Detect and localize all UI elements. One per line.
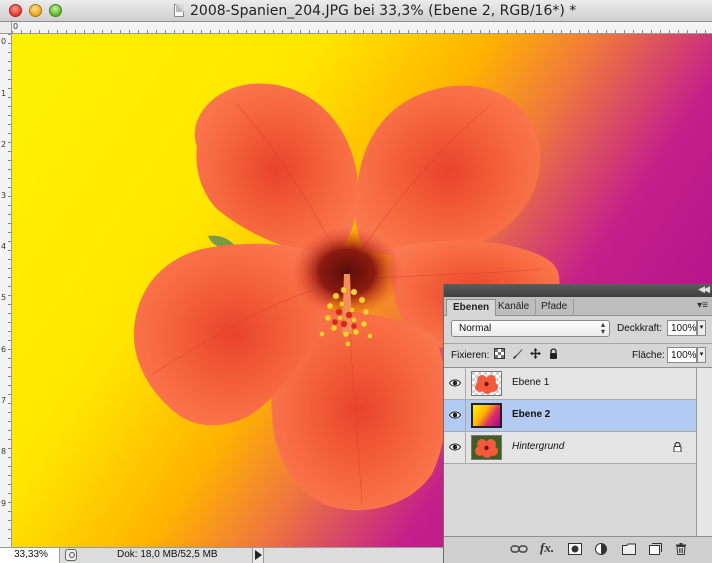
eye-icon: [449, 443, 461, 451]
layer-visibility-toggle[interactable]: [444, 432, 466, 463]
layer-name[interactable]: Hintergrund: [512, 441, 564, 452]
ruler-number: 4: [1, 242, 7, 251]
document-proxy-icon[interactable]: [174, 4, 184, 17]
flower-thumbnail-icon: [475, 375, 498, 394]
new-layer-icon[interactable]: [649, 543, 662, 555]
blend-mode-select[interactable]: Normal ▴ ▾: [451, 320, 610, 337]
ruler-number: 9: [1, 499, 7, 508]
timing-icon[interactable]: [65, 549, 77, 561]
eye-icon: [449, 411, 461, 419]
blend-mode-value: Normal: [459, 323, 492, 334]
ruler-number: 8: [1, 447, 7, 456]
vertical-ruler[interactable]: 0 1 2 3 4 5 6 7 8 9: [0, 34, 12, 547]
layer-list: Ebene 1 Ebene 2 Hintergrund: [444, 367, 696, 537]
layer-thumbnail[interactable]: [471, 371, 502, 396]
ruler-number: 0: [12, 22, 19, 31]
adjustment-icon[interactable]: [594, 543, 608, 555]
zoom-window-button[interactable]: [49, 4, 62, 17]
opacity-input[interactable]: 100%: [667, 320, 697, 336]
fill-slider-toggle[interactable]: ▾: [697, 347, 706, 363]
panel-title-bar[interactable]: ◀◀: [444, 284, 712, 297]
opacity-label: Deckkraft:: [617, 323, 663, 334]
close-window-button[interactable]: [9, 4, 22, 17]
fx-icon[interactable]: fx.: [540, 540, 554, 555]
minimize-window-button[interactable]: [29, 4, 42, 17]
group-folder-icon[interactable]: [622, 543, 636, 555]
lock-all-icon[interactable]: [548, 348, 559, 359]
layer-visibility-toggle[interactable]: [444, 368, 466, 399]
ruler-number: 6: [1, 345, 7, 354]
layer-row-ebene-1[interactable]: Ebene 1: [444, 368, 696, 400]
layer-row-hintergrund[interactable]: Hintergrund: [444, 432, 696, 464]
layer-visibility-toggle[interactable]: [444, 400, 466, 431]
opacity-slider-toggle[interactable]: ▾: [697, 320, 706, 336]
tab-ebenen[interactable]: Ebenen: [446, 299, 497, 316]
lock-label: Fixieren:: [451, 350, 490, 361]
eye-icon: [449, 379, 461, 387]
tab-kanaele[interactable]: Kanäle: [492, 299, 537, 315]
ruler-number: 7: [1, 396, 7, 405]
collapse-panel-icon[interactable]: ◀◀: [698, 284, 710, 295]
layer-name[interactable]: Ebene 2: [512, 409, 550, 420]
ruler-number: 2: [1, 140, 7, 149]
layers-panel: ◀◀ Ebenen Kanäle Pfade ▾≡ Normal ▴ ▾ Deck…: [443, 284, 712, 563]
ruler-origin[interactable]: [0, 22, 12, 34]
panel-tabs: Ebenen Kanäle Pfade ▾≡: [444, 297, 712, 316]
lock-position-move-icon[interactable]: [530, 348, 541, 359]
mask-icon[interactable]: [568, 543, 582, 555]
horizontal-ruler[interactable]: 0: [12, 22, 712, 34]
ruler-number: 3: [1, 191, 7, 200]
divider: [444, 343, 712, 344]
window-titlebar: 2008-Spanien_204.JPG bei 33,3% (Ebene 2,…: [0, 0, 712, 22]
lock-image-pixels-brush-icon[interactable]: [512, 348, 523, 359]
layer-thumbnail[interactable]: [471, 435, 502, 460]
updown-arrows-icon: ▴ ▾: [600, 320, 605, 336]
zoom-level-field[interactable]: 33,33%: [0, 548, 60, 563]
layer-thumbnail[interactable]: [471, 403, 502, 428]
flower-photo-thumbnail-icon: [472, 436, 501, 459]
window-title: 2008-Spanien_204.JPG bei 33,3% (Ebene 2,…: [190, 3, 577, 19]
ruler-number: 0: [1, 37, 7, 46]
layer-lock-icon: [673, 442, 682, 452]
fill-label: Fläche:: [632, 350, 665, 361]
panel-menu-icon[interactable]: ▾≡: [697, 300, 708, 311]
layers-panel-footer: fx.: [444, 537, 712, 563]
layer-name[interactable]: Ebene 1: [512, 377, 549, 388]
fill-input[interactable]: 100%: [667, 347, 697, 363]
status-menu-button[interactable]: [252, 548, 264, 563]
document-size-info: Dok: 18,0 MB/52,5 MB: [117, 549, 218, 560]
lock-transparency-icon[interactable]: [494, 348, 505, 359]
layer-list-scrollbar[interactable]: [696, 367, 712, 537]
trash-icon[interactable]: [675, 543, 687, 555]
link-layers-icon[interactable]: [510, 543, 528, 555]
tab-pfade[interactable]: Pfade: [535, 299, 575, 315]
ruler-number: 1: [1, 89, 7, 98]
play-arrow-icon: [255, 550, 262, 560]
ruler-number: 5: [1, 293, 7, 302]
layer-row-ebene-2[interactable]: Ebene 2: [444, 400, 696, 432]
